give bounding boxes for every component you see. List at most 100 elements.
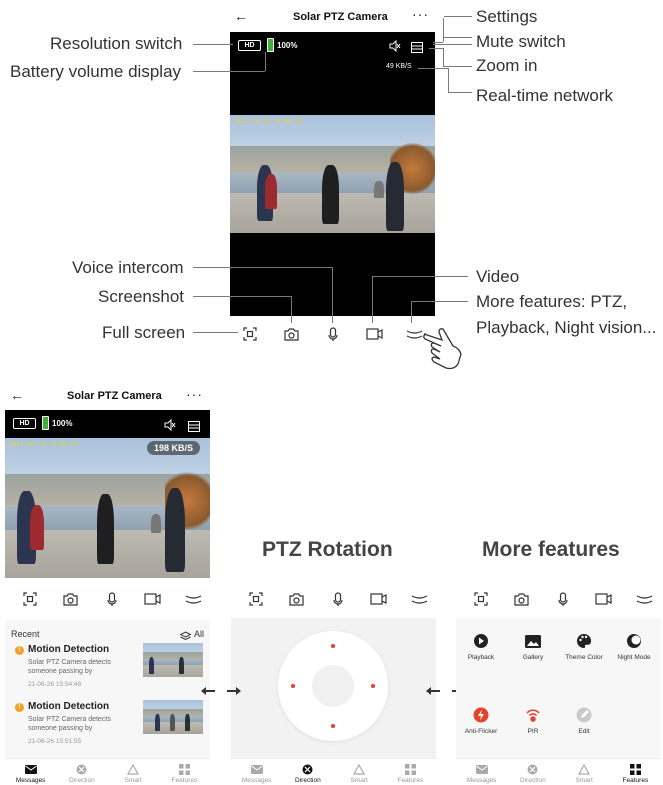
feature-theme-color[interactable]: Theme Color xyxy=(559,632,609,662)
tab-messages[interactable]: Messages xyxy=(231,759,282,785)
feature-edit[interactable]: Edit xyxy=(559,706,609,736)
screenshot-button[interactable] xyxy=(511,590,531,608)
all-filter-button[interactable]: All xyxy=(194,629,204,639)
zoom-in-icon[interactable] xyxy=(188,419,200,437)
screenshot-button[interactable] xyxy=(286,590,306,608)
tab-direction[interactable]: Direction xyxy=(507,759,558,785)
smart-icon xyxy=(127,763,140,775)
bottom-tab-bar: Messages Direction Smart Features xyxy=(456,758,661,785)
message-thumbnail[interactable] xyxy=(143,643,203,677)
tab-features[interactable]: Features xyxy=(385,759,436,785)
tab-messages[interactable]: Messages xyxy=(5,759,56,785)
smart-icon xyxy=(578,763,591,775)
video-record-button[interactable] xyxy=(142,590,162,608)
ptz-left-dot[interactable] xyxy=(291,684,295,688)
feature-label: Edit xyxy=(578,728,590,735)
pir-icon xyxy=(508,706,558,724)
battery-icon xyxy=(42,416,49,430)
tab-smart[interactable]: Smart xyxy=(334,759,385,785)
screenshot-button[interactable] xyxy=(282,325,300,343)
resolution-switch-button[interactable]: HD xyxy=(238,40,261,51)
direction-icon xyxy=(302,764,313,775)
tab-label: Messages xyxy=(15,776,46,784)
recent-label: Recent xyxy=(11,629,40,639)
voice-intercom-button[interactable] xyxy=(324,325,342,343)
back-icon[interactable]: ← xyxy=(10,387,24,403)
feature-label: PIR xyxy=(527,728,539,735)
message-thumbnail[interactable] xyxy=(143,700,203,734)
tab-messages[interactable]: Messages xyxy=(456,759,507,785)
voice-intercom-button[interactable] xyxy=(102,590,122,608)
feature-label: Night Mode xyxy=(617,654,651,661)
fullscreen-button[interactable] xyxy=(246,590,266,608)
message-title: Motion Detection xyxy=(28,701,110,712)
bottom-tab-bar: Messages Direction Smart Features xyxy=(5,758,210,785)
mute-icon[interactable] xyxy=(389,39,401,57)
tab-label: Direction xyxy=(69,776,95,784)
annotation-resolution: Resolution switch xyxy=(50,34,183,53)
hand-pointer-icon xyxy=(418,320,470,377)
voice-intercom-button[interactable] xyxy=(553,590,573,608)
network-speed: 49 KB/S xyxy=(386,63,412,70)
feature-anti-flicker[interactable]: Anti-Flicker xyxy=(456,706,506,736)
camera-feed[interactable]: 2021-06-26 14:04:55 xyxy=(230,115,435,233)
tab-direction[interactable]: Direction xyxy=(282,759,333,785)
back-icon[interactable]: ← xyxy=(234,8,248,24)
message-desc: Solar PTZ Camera detects someone passing… xyxy=(28,716,111,732)
video-timestamp: 2021-06-26 14:04:55 xyxy=(234,118,303,125)
settings-icon[interactable]: ··· xyxy=(186,386,203,402)
tab-label: Features xyxy=(397,776,424,784)
tab-smart[interactable]: Smart xyxy=(108,759,159,785)
battery-level: 100% xyxy=(52,419,73,428)
warning-icon: ! xyxy=(15,703,24,712)
grid-icon xyxy=(629,763,641,775)
tab-features[interactable]: Features xyxy=(159,759,210,785)
video-record-button[interactable] xyxy=(364,325,384,343)
battery-icon xyxy=(267,38,274,52)
smart-icon xyxy=(353,763,366,775)
screenshot-button[interactable] xyxy=(60,590,80,608)
tab-smart[interactable]: Smart xyxy=(559,759,610,785)
feature-gallery[interactable]: Gallery xyxy=(508,632,558,662)
night-icon xyxy=(609,632,659,650)
message-time: 21-06-26 15:51:55 xyxy=(28,738,82,745)
video-record-button[interactable] xyxy=(593,590,613,608)
gallery-icon xyxy=(508,632,558,650)
more-features-button[interactable] xyxy=(183,590,203,608)
ptz-joystick-center[interactable] xyxy=(312,665,354,707)
bottom-phone-title: Solar PTZ Camera xyxy=(67,390,162,402)
voice-intercom-button[interactable] xyxy=(328,590,348,608)
tab-label: Direction xyxy=(520,776,546,784)
feature-pir[interactable]: PIR xyxy=(508,706,558,736)
mute-icon[interactable] xyxy=(164,418,176,436)
annotation-more-features-2: Playback, Night vision... xyxy=(476,318,657,337)
zoom-in-icon[interactable] xyxy=(411,40,423,58)
video-record-button[interactable] xyxy=(368,590,388,608)
ptz-up-dot[interactable] xyxy=(331,644,335,648)
flash-icon xyxy=(456,706,506,724)
more-features-button[interactable] xyxy=(409,590,429,608)
annotation-voice: Voice intercom xyxy=(72,258,184,277)
fullscreen-button[interactable] xyxy=(20,590,40,608)
fullscreen-button[interactable] xyxy=(241,325,259,343)
feature-label: Anti-Flicker xyxy=(464,728,498,735)
settings-icon[interactable]: ··· xyxy=(412,6,429,22)
tab-direction[interactable]: Direction xyxy=(56,759,107,785)
ptz-right-dot[interactable] xyxy=(371,684,375,688)
tab-label: Messages xyxy=(241,776,272,784)
annotation-mute: Mute switch xyxy=(476,32,566,51)
feature-playback[interactable]: Playback xyxy=(456,632,506,662)
grid-icon xyxy=(178,763,190,775)
tab-label: Messages xyxy=(466,776,497,784)
tab-label: Smart xyxy=(350,776,368,784)
fullscreen-button[interactable] xyxy=(471,590,491,608)
feature-night-mode[interactable]: Night Mode xyxy=(609,632,659,662)
resolution-switch-button[interactable]: HD xyxy=(13,418,36,429)
tab-label: Features xyxy=(622,776,649,784)
camera-feed[interactable]: 2021-06-26 14:04:55 198 KB/S xyxy=(5,438,210,578)
ptz-down-dot[interactable] xyxy=(331,724,335,728)
more-features-button[interactable] xyxy=(634,590,654,608)
tab-features[interactable]: Features xyxy=(610,759,661,785)
battery-level: 100% xyxy=(277,41,298,50)
grid-icon xyxy=(404,763,416,775)
